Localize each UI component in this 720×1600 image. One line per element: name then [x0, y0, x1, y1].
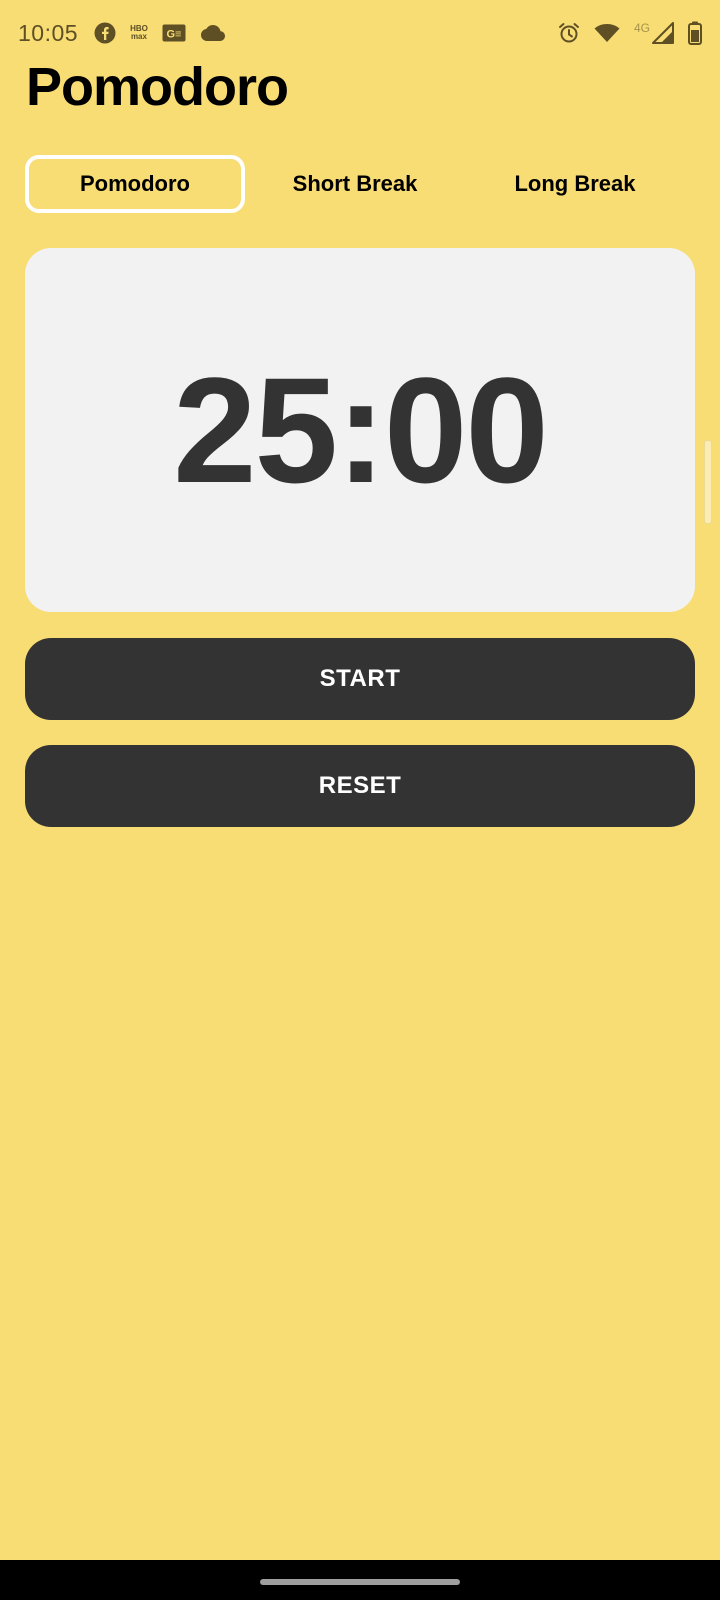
- start-button[interactable]: START: [25, 638, 695, 720]
- tab-long-break-label: Long Break: [514, 171, 636, 196]
- cellular-signal-icon: [652, 20, 674, 46]
- tab-short-break[interactable]: Short Break: [245, 155, 465, 213]
- tab-pomodoro[interactable]: Pomodoro: [25, 155, 245, 213]
- cloud-icon: [200, 20, 226, 46]
- battery-icon: [688, 20, 702, 46]
- tab-pomodoro-label: Pomodoro: [80, 171, 190, 196]
- facebook-icon: [94, 20, 116, 46]
- hbo-text-bottom: max: [130, 32, 147, 41]
- hbo-max-icon: HBO max: [130, 20, 148, 46]
- timer-card: 25:00: [25, 248, 695, 612]
- timer-display: 25:00: [173, 346, 549, 514]
- tab-short-break-label: Short Break: [292, 171, 418, 196]
- page-title: Pomodoro: [26, 57, 289, 117]
- status-time: 10:05: [18, 19, 79, 46]
- network-type-label: 4G: [633, 21, 650, 35]
- news-icon: G≡: [162, 20, 186, 46]
- home-gesture-handle[interactable]: [260, 1579, 460, 1585]
- scroll-indicator[interactable]: [704, 440, 712, 524]
- wifi-icon: [594, 20, 620, 46]
- reset-button[interactable]: RESET: [25, 745, 695, 827]
- status-bar-right: 4G: [558, 20, 702, 46]
- navigation-bar: [0, 1560, 720, 1600]
- mode-tabs: Pomodoro Short Break Long Break: [25, 155, 685, 213]
- alarm-icon: [558, 20, 580, 46]
- tab-long-break[interactable]: Long Break: [465, 155, 685, 213]
- news-icon-text: G≡: [166, 29, 181, 41]
- status-bar-left: 10:05 HBO max G≡: [18, 20, 226, 47]
